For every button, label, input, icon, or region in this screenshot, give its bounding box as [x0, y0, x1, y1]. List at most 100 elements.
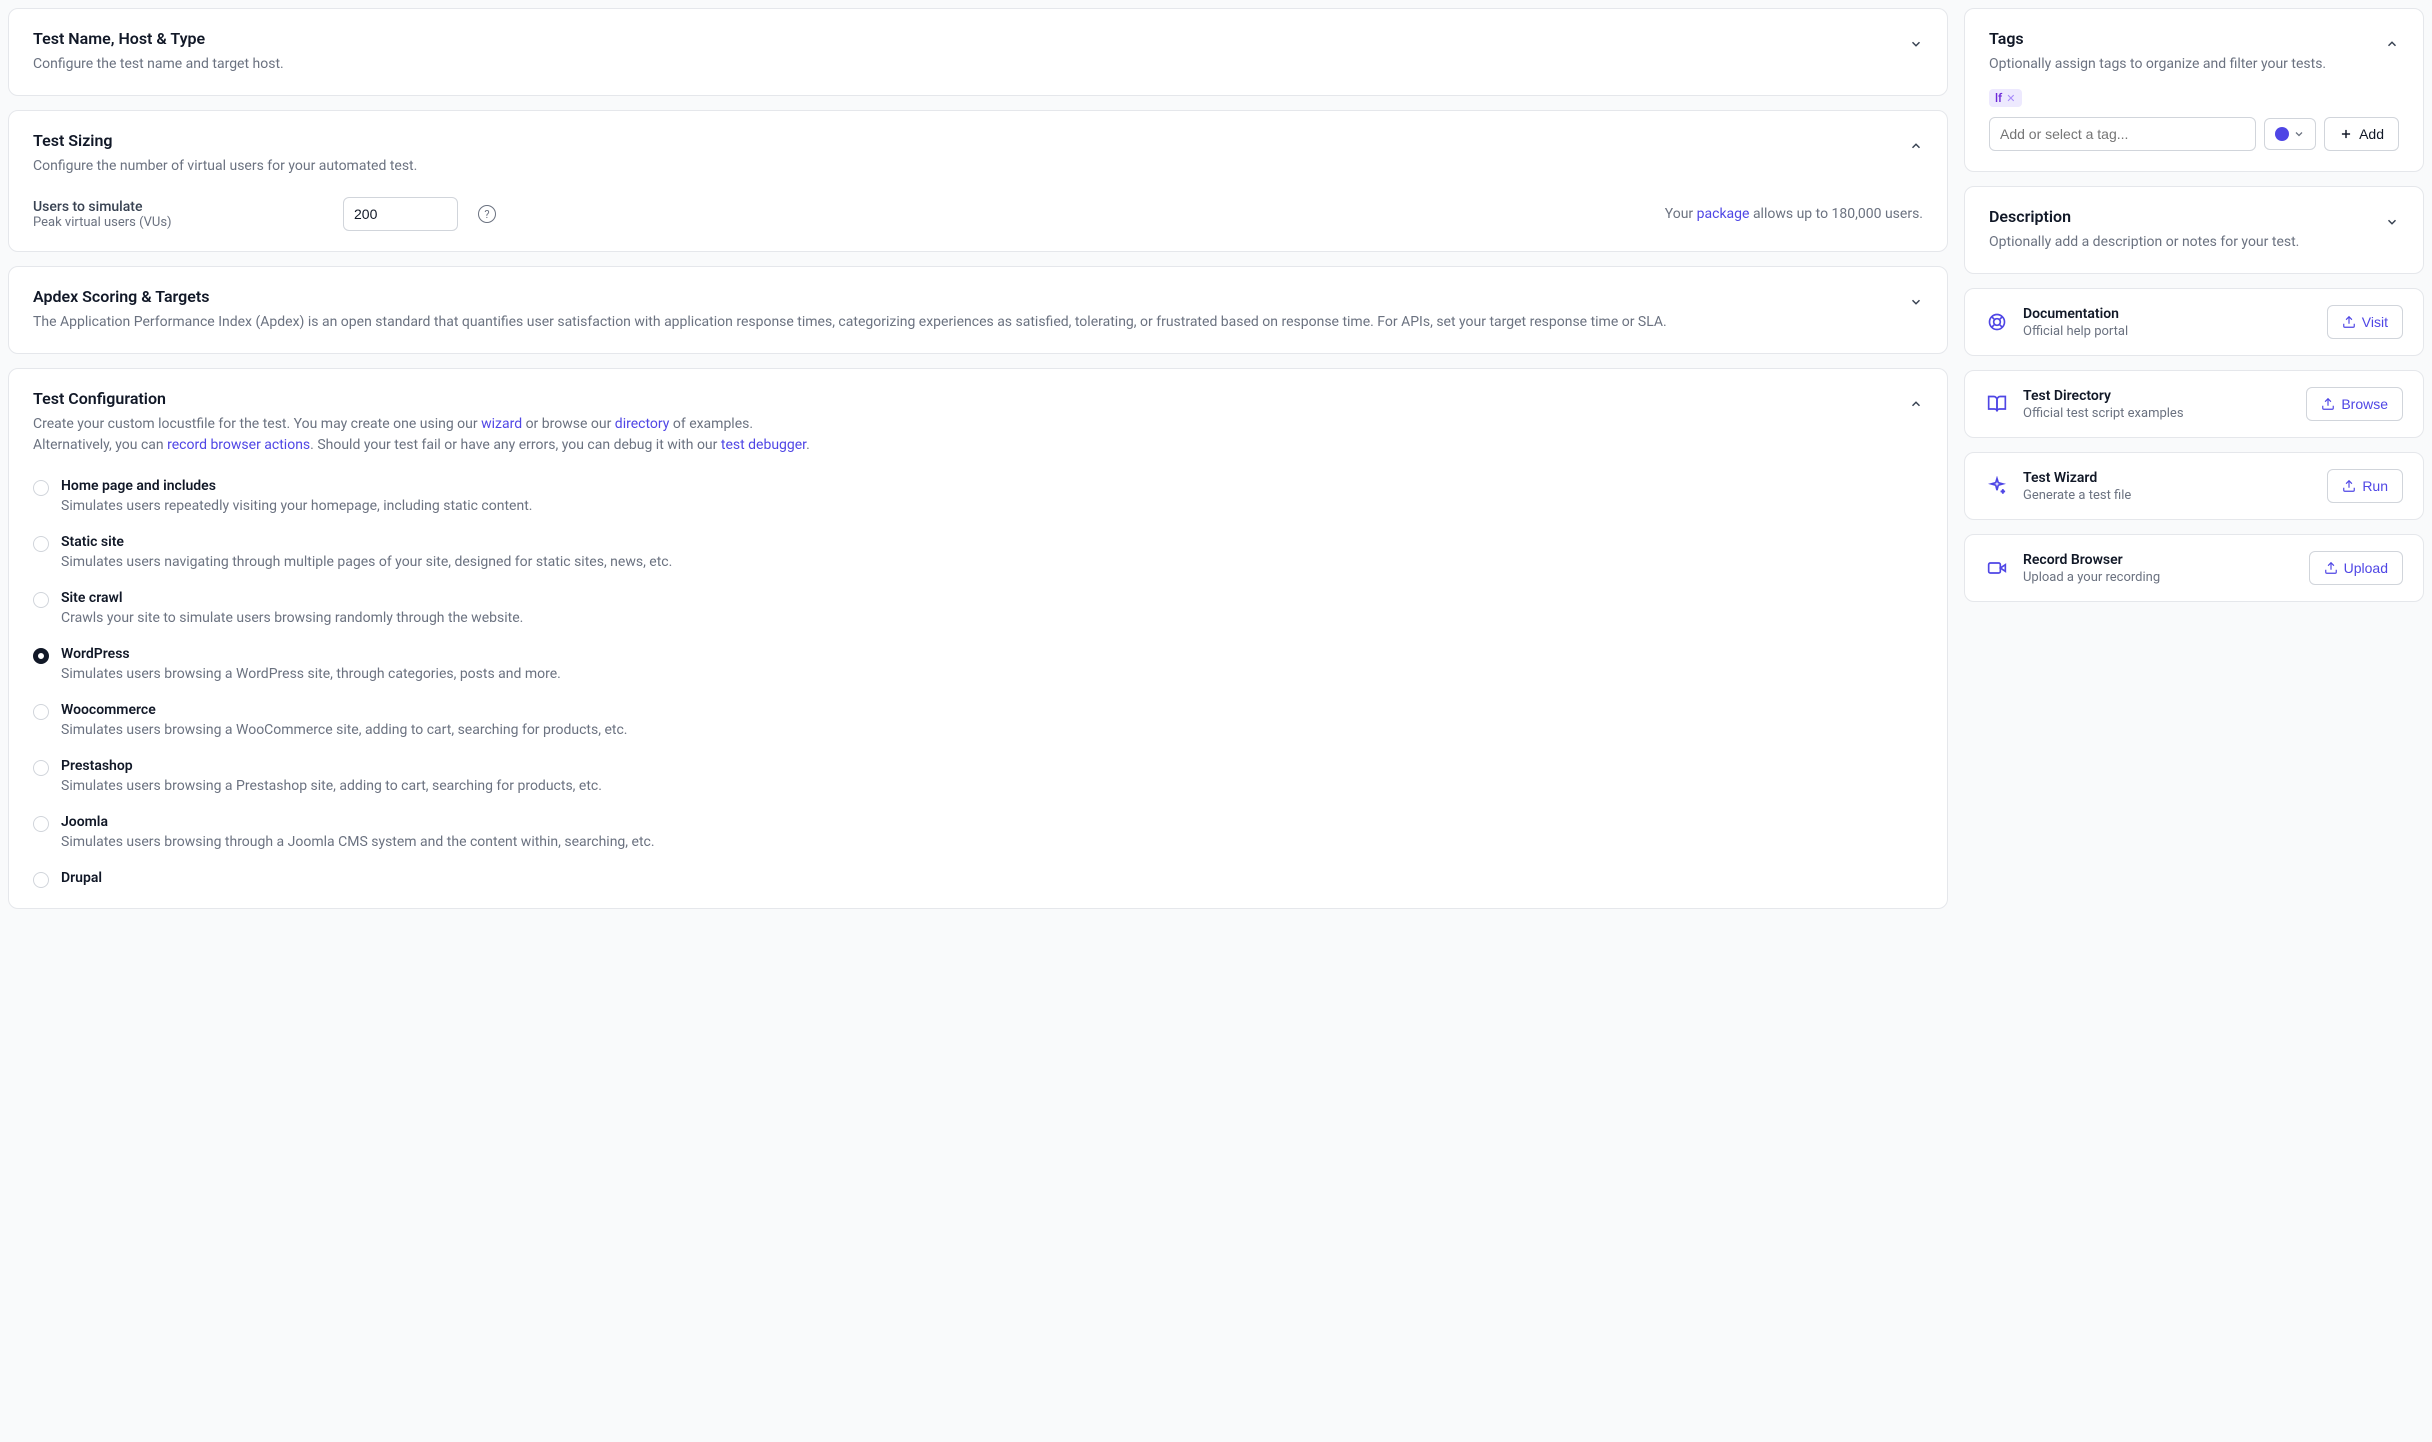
section-subtitle: Configure the test name and target host.: [33, 54, 284, 75]
resource-title: Test Wizard: [2023, 470, 2313, 486]
resource-desc: Official test script examples: [2023, 406, 2292, 421]
section-subtitle: Configure the number of virtual users fo…: [33, 156, 417, 177]
radio-icon: [33, 480, 49, 496]
resource-title: Test Directory: [2023, 388, 2292, 404]
record-link[interactable]: record browser actions: [167, 437, 310, 453]
tag-input[interactable]: [1989, 117, 2256, 151]
test-config-section: Test Configuration Create your custom lo…: [8, 368, 1948, 909]
video-icon: [1985, 556, 2009, 580]
config-option[interactable]: Woocommerce Simulates users browsing a Wo…: [33, 702, 1923, 738]
resource-card: Test Wizard Generate a test file Run: [1964, 452, 2424, 520]
description-header[interactable]: Description Optionally add a description…: [1989, 207, 2399, 253]
test-sizing-section: Test Sizing Configure the number of virt…: [8, 110, 1948, 252]
upload-icon: [2324, 561, 2338, 575]
option-label: Joomla: [61, 814, 655, 830]
wizard-link[interactable]: wizard: [481, 416, 522, 432]
chevron-down-icon: [2293, 128, 2305, 140]
chevron-down-icon: [2385, 215, 2399, 229]
test-name-header[interactable]: Test Name, Host & Type Configure the tes…: [33, 29, 1923, 75]
radio-icon: [33, 592, 49, 608]
option-label: Prestashop: [61, 758, 602, 774]
sparkle-icon: [1985, 474, 2009, 498]
config-option[interactable]: Static site Simulates users navigating th…: [33, 534, 1923, 570]
radio-icon: [33, 648, 49, 664]
remove-tag-icon[interactable]: ✕: [2006, 92, 2015, 105]
section-subtitle: Optionally assign tags to organize and f…: [1989, 54, 2326, 75]
config-option[interactable]: WordPress Simulates users browsing a Word…: [33, 646, 1923, 682]
package-link[interactable]: package: [1697, 206, 1750, 222]
resource-card: Test Directory Official test script exam…: [1964, 370, 2424, 438]
option-desc: Simulates users browsing a WooCommerce s…: [61, 722, 627, 738]
section-title: Apdex Scoring & Targets: [33, 287, 1667, 306]
upload-icon: [2342, 479, 2356, 493]
section-subtitle: Optionally add a description or notes fo…: [1989, 232, 2299, 253]
option-desc: Simulates users repeatedly visiting your…: [61, 498, 532, 514]
config-option[interactable]: Site crawlCrawls your site to simulate u…: [33, 590, 1923, 626]
option-label: Static site: [61, 534, 672, 550]
radio-icon: [33, 872, 49, 888]
test-name-section: Test Name, Host & Type Configure the tes…: [8, 8, 1948, 96]
plus-icon: [2339, 127, 2353, 141]
resource-action-button[interactable]: Upload: [2309, 551, 2403, 585]
option-desc: Simulates users browsing through a Jooml…: [61, 834, 655, 850]
chevron-down-icon: [1909, 37, 1923, 51]
add-tag-button[interactable]: Add: [2324, 117, 2399, 151]
section-title: Tags: [1989, 29, 2326, 48]
test-config-header[interactable]: Test Configuration Create your custom lo…: [33, 389, 1923, 456]
directory-link[interactable]: directory: [615, 416, 670, 432]
apdex-section: Apdex Scoring & Targets The Application …: [8, 266, 1948, 354]
option-label: Drupal: [61, 870, 102, 886]
tag-chip[interactable]: lf ✕: [1989, 89, 2022, 107]
section-title: Description: [1989, 207, 2299, 226]
chevron-up-icon: [1909, 139, 1923, 153]
resource-title: Documentation: [2023, 306, 2313, 322]
option-label: Site crawl: [61, 590, 523, 606]
apdex-header[interactable]: Apdex Scoring & Targets The Application …: [33, 287, 1923, 333]
option-label: WordPress: [61, 646, 561, 662]
radio-icon: [33, 536, 49, 552]
config-option[interactable]: Joomla Simulates users browsing through a…: [33, 814, 1923, 850]
config-option[interactable]: Home page and includes Simulates users re…: [33, 478, 1923, 514]
book-icon: [1985, 392, 2009, 416]
radio-icon: [33, 816, 49, 832]
resource-action-button[interactable]: Browse: [2306, 387, 2403, 421]
upload-icon: [2342, 315, 2356, 329]
users-label: Users to simulate: [33, 199, 323, 215]
upload-icon: [2321, 397, 2335, 411]
test-sizing-header[interactable]: Test Sizing Configure the number of virt…: [33, 131, 1923, 177]
resource-action-button[interactable]: Visit: [2327, 305, 2403, 339]
allowance-text: Your package allows up to 180,000 users.: [1665, 206, 1923, 222]
color-swatch-icon: [2275, 127, 2289, 141]
section-subtitle: Create your custom locustfile for the te…: [33, 414, 810, 456]
description-section: Description Optionally add a description…: [1964, 186, 2424, 274]
users-input[interactable]: [343, 197, 458, 231]
radio-icon: [33, 704, 49, 720]
resource-desc: Official help portal: [2023, 324, 2313, 339]
resource-action-button[interactable]: Run: [2327, 469, 2403, 503]
option-desc: Simulates users navigating through multi…: [61, 554, 672, 570]
section-title: Test Configuration: [33, 389, 810, 408]
option-label: Home page and includes: [61, 478, 532, 494]
option-desc: Simulates users browsing a WordPress sit…: [61, 666, 561, 682]
color-picker[interactable]: [2264, 118, 2316, 150]
tag-label: lf: [1995, 91, 2002, 105]
resource-card: Documentation Official help portal Visit: [1964, 288, 2424, 356]
debugger-link[interactable]: test debugger: [721, 437, 806, 453]
section-subtitle: The Application Performance Index (Apdex…: [33, 312, 1667, 333]
resource-desc: Generate a test file: [2023, 488, 2313, 503]
chevron-down-icon: [1909, 295, 1923, 309]
config-option[interactable]: Drupal: [33, 870, 1923, 888]
chevron-up-icon: [2385, 37, 2399, 51]
resource-desc: Upload a your recording: [2023, 570, 2295, 585]
help-icon[interactable]: ?: [478, 205, 496, 223]
resource-title: Record Browser: [2023, 552, 2295, 568]
tags-section: Tags Optionally assign tags to organize …: [1964, 8, 2424, 172]
resource-card: Record Browser Upload a your recording U…: [1964, 534, 2424, 602]
tags-header[interactable]: Tags Optionally assign tags to organize …: [1989, 29, 2399, 75]
section-title: Test Name, Host & Type: [33, 29, 284, 48]
config-option[interactable]: PrestashopSimulates users browsing a Pre…: [33, 758, 1923, 794]
radio-icon: [33, 760, 49, 776]
option-label: Woocommerce: [61, 702, 627, 718]
users-help: Peak virtual users (VUs): [33, 215, 323, 230]
section-title: Test Sizing: [33, 131, 417, 150]
